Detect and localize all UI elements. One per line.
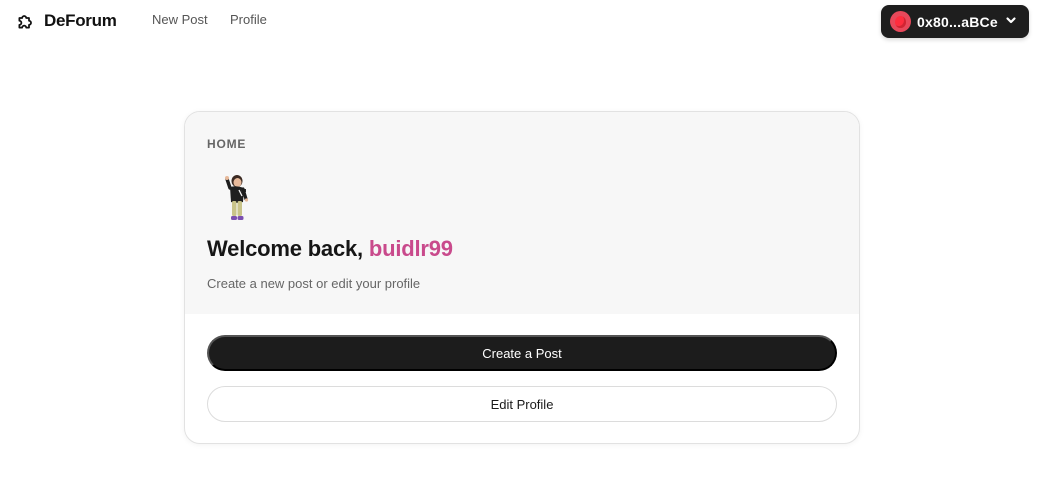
- brand-name: DeForum: [44, 11, 117, 30]
- chevron-down-icon: [1004, 13, 1017, 31]
- subtitle: Create a new post or edit your profile: [207, 276, 421, 291]
- wallet-address: 0x80...aBCe: [917, 13, 998, 30]
- user-avatar: [221, 172, 261, 224]
- username: buidlr99: [368, 236, 453, 261]
- balloon-icon: [890, 11, 911, 32]
- brand-logo-link[interactable]: DeForum: [15, 10, 117, 32]
- edit-profile-button[interactable]: Edit Profile: [207, 386, 837, 422]
- puzzle-icon: [15, 11, 36, 32]
- wallet-account-button[interactable]: 0x80...aBCe: [881, 5, 1029, 38]
- welcome-prefix: Welcome back,: [207, 236, 369, 261]
- welcome-heading: Welcome back, buidlr99: [207, 236, 453, 262]
- section-label: HOME: [207, 137, 247, 151]
- home-card-header: HOME Welcome back, buidlr99 Create a new…: [185, 112, 859, 314]
- nav-new-post[interactable]: New Post: [152, 12, 208, 27]
- nav-profile[interactable]: Profile: [230, 12, 267, 27]
- create-post-button[interactable]: Create a Post: [207, 335, 837, 371]
- top-nav-bar: DeForum New Post Profile 0x80...aBCe: [0, 0, 1040, 42]
- home-card: HOME Welcome back, buidlr99 Create a new…: [184, 111, 860, 444]
